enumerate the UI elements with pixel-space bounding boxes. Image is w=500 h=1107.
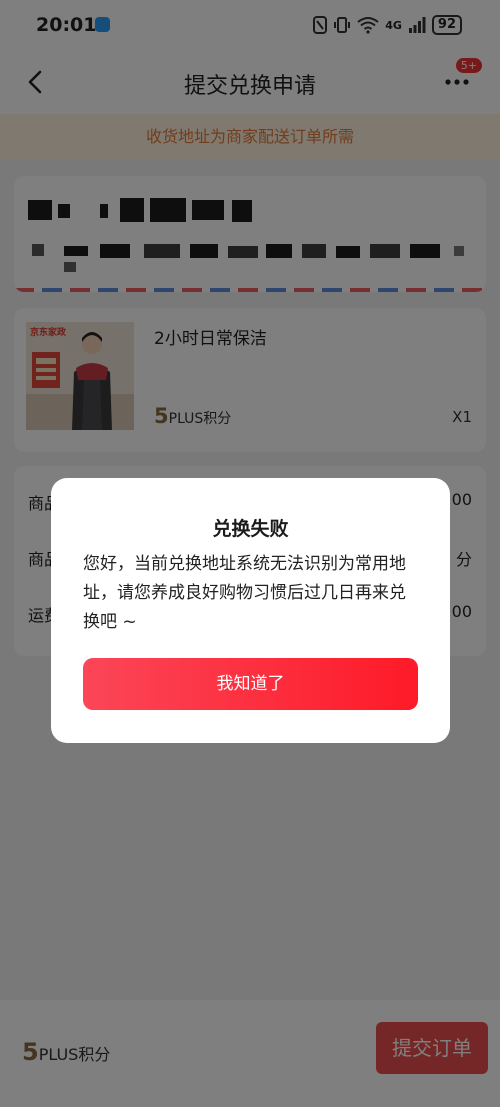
exchange-failed-dialog: 兑换失败 您好，当前兑换地址系统无法识别为常用地址，请您养成良好购物习惯后过几日… bbox=[51, 478, 450, 743]
acknowledge-button[interactable]: 我知道了 bbox=[83, 658, 418, 710]
dialog-title: 兑换失败 bbox=[212, 518, 289, 540]
dialog-message: 您好，当前兑换地址系统无法识别为常用地址，请您养成良好购物习惯后过几日再来兑换吧… bbox=[83, 554, 406, 632]
